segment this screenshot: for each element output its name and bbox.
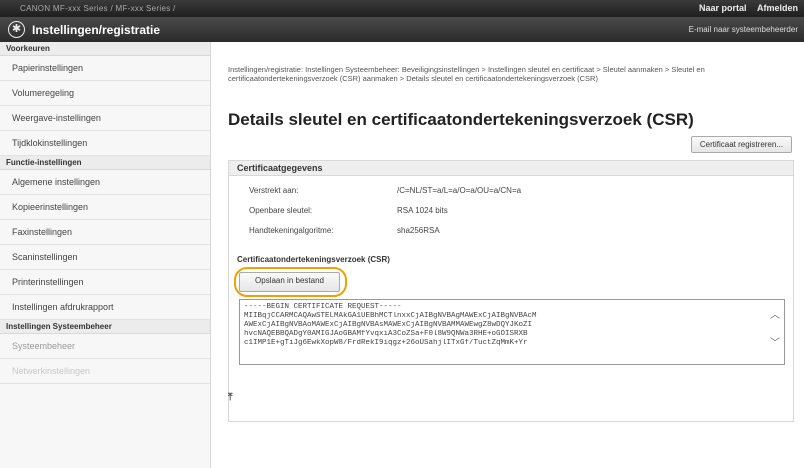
sidebar-item-scan[interactable]: Scaninstellingen (0, 245, 210, 270)
public-key-value: RSA 1024 bits (397, 206, 448, 215)
sidebar-item-display[interactable]: Weergave-instellingen (0, 106, 210, 131)
device-name: CANON MF-xxx Series / MF-xxx Series / (20, 4, 176, 13)
main-content: Instellingen/registratie: Instellingen S… (218, 42, 804, 468)
csr-label: Certificaatondertekeningsverzoek (CSR) (237, 255, 390, 264)
csr-line: AWExCjAIBgNVBAoMAWExCjAIBgNVBAsMAWExCjAI… (244, 321, 533, 329)
settings-app-icon: ✱ (8, 21, 25, 38)
sidebar-item-general[interactable]: Algemene instellingen (0, 170, 210, 195)
sidebar-group-preferences: Voorkeuren (0, 42, 210, 56)
certificate-details-section: Certificaatgegevens Verstrekt aan: /C=NL… (228, 160, 794, 422)
title-bar: ✱ Instellingen/registratie E-mail naar s… (0, 17, 804, 42)
scroll-up-icon[interactable]: ︿ (770, 312, 780, 322)
sidebar-item-network[interactable]: Netwerkinstellingen (0, 359, 210, 384)
scroll-down-icon[interactable]: ﹀ (770, 340, 780, 350)
sidebar: Voorkeuren Papierinstellingen Volumerege… (0, 42, 211, 468)
mail-admin-link[interactable]: E-mail naar systeembeheerder (689, 25, 798, 34)
signature-algorithm-row: Handtekeningalgoritme: sha256RSA (249, 226, 440, 235)
sidebar-item-volume[interactable]: Volumeregeling (0, 81, 210, 106)
page-title: Details sleutel en certificaatonderteken… (228, 110, 694, 129)
public-key-row: Openbare sleutel: RSA 1024 bits (249, 206, 448, 215)
sidebar-item-printer[interactable]: Printerinstellingen (0, 270, 210, 295)
csr-textarea[interactable]: -----BEGIN CERTIFICATE REQUEST----- MIIB… (239, 299, 785, 365)
sidebar-item-report[interactable]: Instellingen afdrukrapport (0, 295, 210, 320)
portal-link[interactable]: Naar portal (699, 3, 747, 13)
csr-line: MIIBqjCCARMCAQAwSTELMAkGA1UEBhMCTlnxxCjA… (244, 312, 537, 320)
sidebar-item-clock[interactable]: Tijdklokinstellingen (0, 131, 210, 156)
section-title: Certificaatgegevens (229, 161, 793, 176)
app-title: Instellingen/registratie (32, 23, 161, 37)
sidebar-group-functions: Functie-instellingen (0, 156, 210, 170)
public-key-label: Openbare sleutel: (249, 206, 313, 215)
signature-algorithm-label: Handtekeningalgoritme: (249, 226, 334, 235)
save-to-file-button[interactable]: Opslaan in bestand (239, 272, 340, 292)
top-links: Naar portal Afmelden (691, 3, 798, 13)
back-to-top-icon[interactable]: ⤒ (228, 392, 232, 403)
sidebar-item-copy[interactable]: Kopieerinstellingen (0, 195, 210, 220)
logout-link[interactable]: Afmelden (757, 3, 798, 13)
issued-to-row: Verstrekt aan: /C=NL/ST=a/L=a/O=a/OU=a/C… (249, 186, 521, 195)
sidebar-group-system: Instellingen Systeembeheer (0, 320, 210, 334)
breadcrumb: Instellingen/registratie: Instellingen S… (228, 65, 705, 83)
signature-algorithm-value: sha256RSA (397, 226, 440, 235)
csr-line: c1IMP1E+gTiJg6EwkXopW8/FrdRekI9iqgz+26oU… (244, 339, 528, 347)
register-certificate-button[interactable]: Certificaat registreren... (690, 136, 792, 153)
sidebar-item-paper[interactable]: Papierinstellingen (0, 56, 210, 81)
issued-to-value: /C=NL/ST=a/L=a/O=a/OU=a/CN=a (397, 186, 522, 195)
issued-to-label: Verstrekt aan: (249, 186, 299, 195)
top-bar: CANON MF-xxx Series / MF-xxx Series / Na… (0, 0, 804, 17)
csr-line: hvcNAQEBBQADgY0AMIGJAoGBAMfYvqxiA3CoZSa+… (244, 330, 528, 338)
sidebar-item-system-management[interactable]: Systeembeheer (0, 334, 210, 359)
sidebar-item-fax[interactable]: Faxinstellingen (0, 220, 210, 245)
csr-line: -----BEGIN CERTIFICATE REQUEST----- (244, 303, 402, 311)
